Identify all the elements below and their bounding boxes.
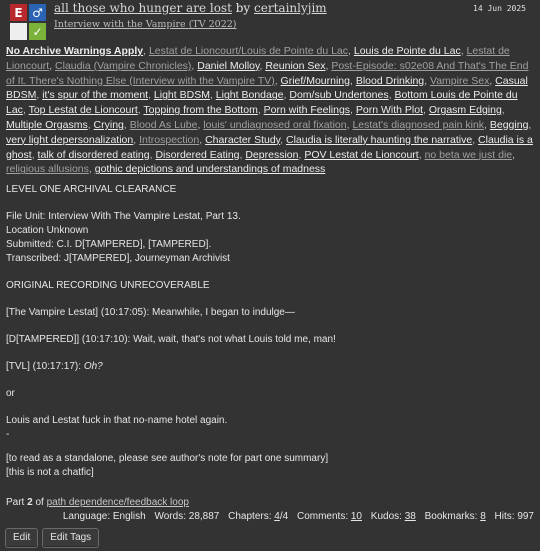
required-tags[interactable]: E ♂ ✓ [10,4,48,40]
summary-dash: - [6,429,10,441]
summary-line-3-prefix: [TVL] (10:17:17): [6,361,84,373]
tag-link[interactable]: Introspection [139,134,199,146]
work-title-link[interactable]: all those who hunger are lost [54,1,232,15]
language-label: Language: [62,511,111,522]
tag-link[interactable]: Lestat's diagnosed pain kink [352,119,484,131]
action-buttons: Edit Edit Tags [5,528,100,548]
updated-date: 14 Jun 2025 [473,4,526,13]
no-warnings-icon [10,23,27,40]
rating-explicit-icon: E [10,4,27,21]
tag-link[interactable]: Daniel Molloy [197,60,259,72]
tag-link[interactable]: gothic depictions and understandings of … [95,163,326,175]
words-label: Words: [154,511,186,522]
tag-link[interactable]: Top Lestat de Lioncourt [29,104,138,116]
edit-button[interactable]: Edit [5,528,39,548]
work-stats: Language: English Words: 28,887 Chapters… [63,511,534,522]
tag-link[interactable]: louis' undiagnosed oral fixation [203,119,346,131]
comments-link[interactable]: 10 [351,511,362,522]
summary-transcribed: Transcribed: J[TAMPERED], Journeyman Arc… [6,253,230,265]
summary-note-2: [this is not a chatfic] [6,467,94,479]
tag-link[interactable]: Crying [94,119,124,131]
tag-link[interactable]: Character Study [205,134,280,146]
tag-link[interactable]: Blood As Lube [130,119,198,131]
tag-link[interactable]: talk of disordered eating [38,149,150,161]
tag-link[interactable]: it's spur of the moment [42,89,148,101]
series-part-number: 2 [27,497,33,509]
tag-link[interactable]: Light BDSM [154,89,210,101]
summary: LEVEL ONE ARCHIVAL CLEARANCE File Unit: … [6,183,534,480]
work-blurb: E ♂ ✓ all those who hunger are lost by c… [0,0,540,551]
tag-link[interactable]: Porn with Feelings [264,104,350,116]
author-link[interactable]: certainlyjim [254,1,327,15]
summary-clearance: LEVEL ONE ARCHIVAL CLEARANCE [6,184,177,196]
summary-line-2: [D[TAMPERED]] (10:17:10): Wait, wait, th… [6,334,336,346]
by-label: by [235,1,251,15]
kudos-label: Kudos: [370,511,402,522]
summary-line-3-emphasis: Oh? [83,361,103,373]
tag-link[interactable]: Grief/Mourning [281,75,350,87]
summary-note-1: [to read as a standalone, please see aut… [6,453,329,465]
hits-value: 997 [517,511,534,522]
tag-link[interactable]: very light depersonalization [6,134,133,146]
summary-location: Location Unknown [6,225,89,237]
work-title-line: all those who hunger are lost by certain… [54,1,327,15]
tag-link[interactable]: Multiple Orgasms [6,119,88,131]
tag-link[interactable]: Light Bondage [216,89,284,101]
summary-line-3: [TVL] (10:17:17): Oh? [6,360,534,374]
series-line: Part 2 of path dependence/feedback loop [6,497,534,508]
tag-link[interactable]: no beta we just die [425,149,513,161]
summary-submitted: Submitted: C.I. D[TAMPERED], [TAMPERED]. [6,239,212,251]
tag-separator: , [501,104,505,117]
tag-link[interactable]: Claudia is literally haunting the narrat… [286,134,472,146]
tag-link[interactable]: Blood Drinking [356,75,424,87]
tag-link[interactable]: Porn With Plot [356,104,423,116]
tag-link[interactable]: Disordered Eating [155,149,239,161]
language-value: English [112,511,146,522]
summary-original: ORIGINAL RECORDING UNRECOVERABLE [6,280,210,292]
comments-label: Comments: [296,511,349,522]
edit-tags-button[interactable]: Edit Tags [42,528,100,548]
summary-alt: Louis and Lestat fuck in that no-name ho… [6,415,228,427]
tag-link[interactable]: Orgasm Edging [429,104,502,116]
tag-link[interactable]: No Archive Warnings Apply [6,45,143,57]
hits-label: Hits: [494,511,515,522]
tag-link[interactable]: POV Lestat de Lioncourt [304,149,418,161]
tag-link[interactable]: Begging [490,119,529,131]
complete-check-icon: ✓ [29,23,46,40]
tag-link[interactable]: Claudia (Vampire Chronicles) [55,60,191,72]
series-of-label: of [35,497,44,509]
work-header: E ♂ ✓ all those who hunger are lost by c… [6,0,534,42]
summary-file-unit: File Unit: Interview With The Vampire Le… [6,211,241,223]
tag-list: No Archive Warnings Apply, Lestat de Lio… [6,44,534,177]
bookmarks-label: Bookmarks: [424,511,478,522]
words-value: 28,887 [188,511,220,522]
tag-separator: , [528,118,532,131]
summary-line-1: [The Vampire Lestat] (10:17:05): Meanwhi… [6,307,295,319]
tag-link[interactable]: Topping from the Bottom [143,104,257,116]
tag-link[interactable]: religious allusions [6,163,89,175]
tag-link[interactable]: Reunion Sex [265,60,325,72]
bookmarks-link[interactable]: 8 [480,511,486,522]
tag-link[interactable]: Vampire Sex [430,75,489,87]
chapters-total: /4 [279,511,289,522]
kudos-link[interactable]: 38 [405,511,416,522]
tag-link[interactable]: Depression [245,149,298,161]
tag-link[interactable]: Dom/sub Undertones [289,89,388,101]
chapters-label: Chapters: [228,511,272,522]
summary-or: or [6,388,15,400]
tag-separator: , [512,148,516,161]
category-mm-icon: ♂ [29,4,46,21]
series-part-label: Part [6,497,25,509]
fandom-line: Interview with the Vampire (TV 2022) [54,19,237,30]
tag-link[interactable]: Lestat de Lioncourt/Louis de Pointe du L… [149,45,348,57]
tag-link[interactable]: Louis de Pointe du Lac [354,45,461,57]
series-link[interactable]: path dependence/feedback loop [47,497,189,508]
fandom-link[interactable]: Interview with the Vampire (TV 2022) [54,19,237,30]
